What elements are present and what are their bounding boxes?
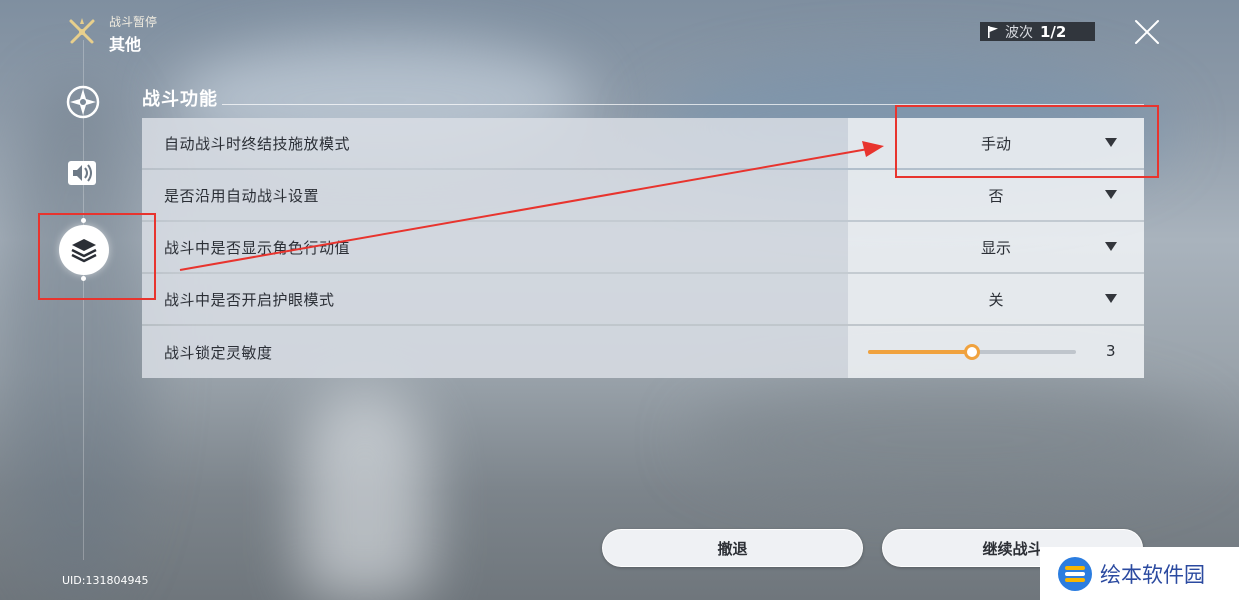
setting-label: 战斗中是否开启护眼模式 bbox=[142, 274, 848, 324]
dropdown-value: 否 bbox=[988, 186, 1004, 205]
layers-icon bbox=[71, 239, 97, 263]
watermark: 绘本软件园 bbox=[1040, 547, 1239, 600]
sidebar-dot bbox=[81, 218, 86, 223]
pause-label: 战斗暂停 bbox=[109, 15, 158, 29]
setting-label: 战斗锁定灵敏度 bbox=[142, 326, 848, 378]
dropdown-value: 手动 bbox=[980, 134, 1011, 153]
wave-counter: 波次 1/2 bbox=[980, 22, 1095, 41]
setting-label: 战斗中是否显示角色行动值 bbox=[142, 222, 848, 272]
wave-value: 1/2 bbox=[1040, 22, 1067, 41]
action-value-dropdown[interactable]: 显示 bbox=[848, 222, 1144, 272]
settings-list: 自动战斗时终结技施放模式 手动 是否沿用自动战斗设置 否 战斗中是否显示角色行动… bbox=[142, 118, 1144, 378]
slider-value: 3 bbox=[1106, 342, 1116, 360]
close-icon[interactable] bbox=[1131, 16, 1163, 48]
setting-row: 是否沿用自动战斗设置 否 bbox=[142, 170, 1144, 222]
slider-track[interactable] bbox=[868, 344, 1076, 360]
setting-row: 自动战斗时终结技施放模式 手动 bbox=[142, 118, 1144, 170]
caret-down-icon bbox=[1105, 190, 1117, 199]
slider-fill bbox=[868, 350, 972, 354]
setting-label: 是否沿用自动战斗设置 bbox=[142, 170, 848, 220]
dropdown-value: 关 bbox=[988, 290, 1004, 309]
slider-handle[interactable] bbox=[964, 344, 980, 360]
eye-protection-dropdown[interactable]: 关 bbox=[848, 274, 1144, 324]
watermark-logo-icon bbox=[1058, 556, 1092, 591]
setting-row: 战斗中是否开启护眼模式 关 bbox=[142, 274, 1144, 326]
ultimate-mode-dropdown[interactable]: 手动 bbox=[848, 118, 1144, 168]
crossed-swords-icon bbox=[69, 18, 95, 44]
speaker-icon bbox=[68, 161, 96, 185]
section-divider bbox=[222, 104, 1144, 105]
lock-sensitivity-control: 3 bbox=[848, 326, 1144, 378]
watermark-text: 绘本软件园 bbox=[1100, 562, 1205, 587]
caret-down-icon bbox=[1105, 138, 1117, 147]
page-title: 其他 bbox=[109, 35, 142, 54]
background-blur bbox=[690, 380, 1210, 500]
sidebar-dot bbox=[81, 276, 86, 281]
setting-row: 战斗锁定灵敏度 3 bbox=[142, 326, 1144, 378]
wave-label: 波次 bbox=[1005, 24, 1033, 41]
auto-battle-inherit-dropdown[interactable]: 否 bbox=[848, 170, 1144, 220]
dropdown-value: 显示 bbox=[980, 238, 1011, 257]
caret-down-icon bbox=[1105, 294, 1117, 303]
compass-icon bbox=[66, 85, 100, 119]
background-figure-blur bbox=[300, 390, 430, 600]
sidebar-item-combat[interactable] bbox=[64, 83, 102, 121]
caret-down-icon bbox=[1105, 242, 1117, 251]
setting-row: 战斗中是否显示角色行动值 显示 bbox=[142, 222, 1144, 274]
section-title: 战斗功能 bbox=[142, 89, 218, 110]
retreat-button[interactable]: 撤退 bbox=[602, 529, 863, 567]
sidebar-item-other[interactable] bbox=[59, 225, 109, 275]
flag-icon bbox=[988, 25, 998, 38]
sidebar-item-audio[interactable] bbox=[65, 155, 101, 191]
setting-label: 自动战斗时终结技施放模式 bbox=[142, 118, 848, 168]
uid-label: UID:131804945 bbox=[62, 574, 149, 587]
